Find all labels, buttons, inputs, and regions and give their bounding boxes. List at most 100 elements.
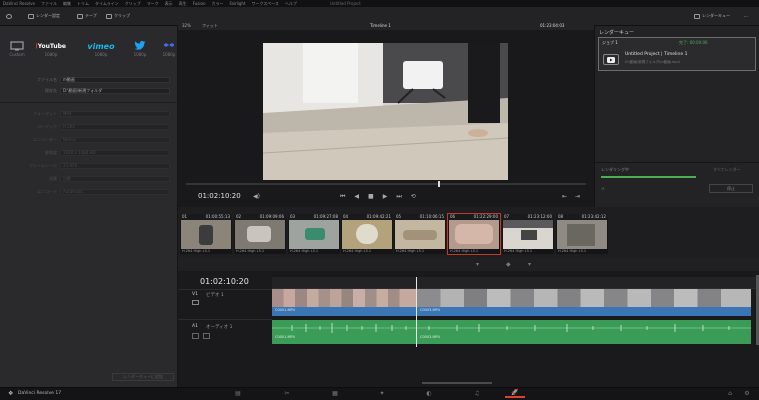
preset-youtube[interactable]: YouTube 1080p [36,40,66,57]
scrubber-handle[interactable] [438,181,440,187]
timeline-ruler[interactable] [272,277,759,289]
timeline-tool-icon[interactable]: ▾ [528,261,531,268]
loop-icon[interactable]: ⟲ [411,193,416,201]
skip-forward-icon[interactable]: ⏭ [396,193,401,201]
tape-button[interactable]: テープ [77,11,97,21]
video-track-header: V1 ビデオ 1 [178,289,272,319]
menu-item[interactable]: クリップ [125,1,141,7]
clip-thumbnail[interactable]: 03 01:09:27:08 H.264 High L5.1 [288,214,340,254]
media-page-icon[interactable]: ▤ [233,389,243,398]
menu-item[interactable]: カラー [211,1,223,7]
settings-gear-icon[interactable]: ⚙ [742,389,752,398]
zoom-level[interactable]: 32% [182,23,191,28]
menu-item[interactable]: マーク [147,1,159,7]
menu-item[interactable]: DaVinci Resolve [3,1,35,6]
video-clip-b-thumbs[interactable] [417,289,751,307]
menu-item[interactable]: 編集 [63,1,71,7]
preset-vimeo[interactable]: vimeo 1080p [86,40,116,58]
menu-item[interactable]: ワークスペース [252,1,279,7]
clip-image [557,220,607,249]
deliver-page-icon[interactable]: 🚀 [505,389,525,398]
clip-thumbnail[interactable]: 02 01:09:09:06 H.264 High L5.1 [234,214,286,254]
preset-label: 1080p [133,52,147,57]
audio-clip-b[interactable]: C0003.MP4 [417,320,751,344]
play-icon[interactable]: ▶ [383,193,388,201]
timeline-h-scrollbar[interactable] [422,382,492,384]
clip-thumbnail[interactable]: 01 01:00:55:13 H.264 High L5.1 [180,214,232,254]
setting-label: 画質 [49,175,57,181]
video-clip-a-thumbs[interactable] [272,289,417,307]
preset-label: Custom [9,52,25,57]
preset-custom[interactable]: Custom [2,40,32,57]
preset-label: 1080p [44,52,58,57]
render-settings-button[interactable]: レンダー設定 [28,11,60,21]
clip-thumbnail[interactable]: 04 01:09:42:21 H.264 High L5.1 [341,214,393,254]
preset-dropbox[interactable]: 1080p [160,40,178,57]
cut-page-icon[interactable]: ✂ [282,389,292,398]
menu-item[interactable]: ヘルプ [285,1,297,7]
stop-render-button[interactable]: 停止 [709,184,753,193]
video-clip-b[interactable]: C0003.MP4 [417,307,751,316]
setting-select[interactable]: Automatic [60,188,170,195]
mark-out-icon[interactable]: ⇥ [575,193,580,200]
setting-select[interactable]: H.264 [60,123,170,130]
home-icon[interactable] [6,11,12,21]
timeline-name[interactable]: Timeline 1 [370,23,391,28]
menu-item[interactable]: 再生 [179,1,187,7]
setting-select[interactable]: 23.976 [60,162,170,169]
fusion-page-icon[interactable]: ✦ [377,389,387,398]
mark-in-icon[interactable]: ⇤ [562,193,567,200]
menu-item[interactable]: タイムライン [95,1,119,7]
render-setting-row: フォーマット MP4 [10,110,170,117]
stop-icon[interactable]: ■ [368,193,374,201]
track-output-icon[interactable] [192,300,199,305]
render-job-card[interactable]: ジョブ 1 完了: 00:00:06 Untitled Project | Ti… [598,37,756,71]
fit-mode[interactable]: フィット [202,23,218,29]
fairlight-page-icon[interactable]: ♫ [472,389,482,398]
clip-name: C0003.MP4 [420,308,440,312]
filename-input[interactable]: m動画 [60,76,170,83]
setting-select[interactable]: 自動 [60,175,170,182]
clip-name: C0001.MP4 [275,335,295,339]
edit-page-icon[interactable]: ▦ [330,389,340,398]
render-queue-button[interactable]: レンダーキュー [694,11,730,21]
menu-item[interactable]: ファイル [41,1,57,7]
clip-thumbnail[interactable]: 05 01:10:06:15 H.264 High L5.1 [394,214,446,254]
render-status-label: レンダリング中 [601,167,629,172]
setting-select[interactable]: Native [60,136,170,143]
play-reverse-icon[interactable]: ◀ [354,193,359,201]
color-page-icon[interactable]: ◐ [424,389,434,398]
timeline-timecode: 01:02:10:20 [200,277,249,286]
setting-label: コーデック [37,123,57,129]
menu-item[interactable]: Fairlight [229,1,245,6]
playhead[interactable] [416,277,417,347]
timeline-tool-icon[interactable]: ▾ [476,261,479,268]
solo-button[interactable] [192,333,199,339]
job-project: Untitled Project | Timeline 1 [625,52,688,57]
viewer-scrubber[interactable] [186,181,586,187]
home-icon[interactable]: ⌂ [725,389,735,398]
preset-twitter[interactable]: 1080p [125,40,155,57]
preset-label: 1080p [162,52,176,57]
location-input[interactable]: D:\動画\新規フォルダ [60,87,170,94]
timeline-toolbar: ▾ ◆ ▾ [178,257,759,271]
more-icon[interactable]: ··· [744,11,748,21]
clip-thumbnail[interactable]: 08 01:23:42:12 H.264 High L5.1 [556,214,608,254]
clip-button[interactable]: クリップ [106,11,130,21]
video-clip-a[interactable]: C0001.MP4 [272,307,417,316]
audio-clip-a[interactable]: C0001.MP4 [272,320,417,344]
add-to-queue-button[interactable]: レンダーキューに追加 [112,373,174,381]
menu-item[interactable]: トリム [77,1,89,7]
setting-select[interactable]: 1920 x 1080 HD [60,149,170,156]
menu-item[interactable]: 表示 [165,1,173,7]
setting-select[interactable]: MP4 [60,110,170,117]
timeline-tool-icon[interactable]: ◆ [506,261,511,268]
clip-thumbnail[interactable]: 07 01:23:12:00 H.264 High L5.1 [502,214,554,254]
skip-back-icon[interactable]: ⏮ [340,193,345,201]
setting-label: 解像度 [45,149,57,155]
menu-item[interactable]: Fusion [193,1,206,6]
clip-thumbnail-selected[interactable]: 06 01:22:29:00 H.264 High L5.1 [447,213,501,255]
mute-button[interactable] [203,333,210,339]
volume-icon[interactable]: ◀) [253,193,260,200]
viewer-timecode: 01:02:10:20 [198,192,241,200]
